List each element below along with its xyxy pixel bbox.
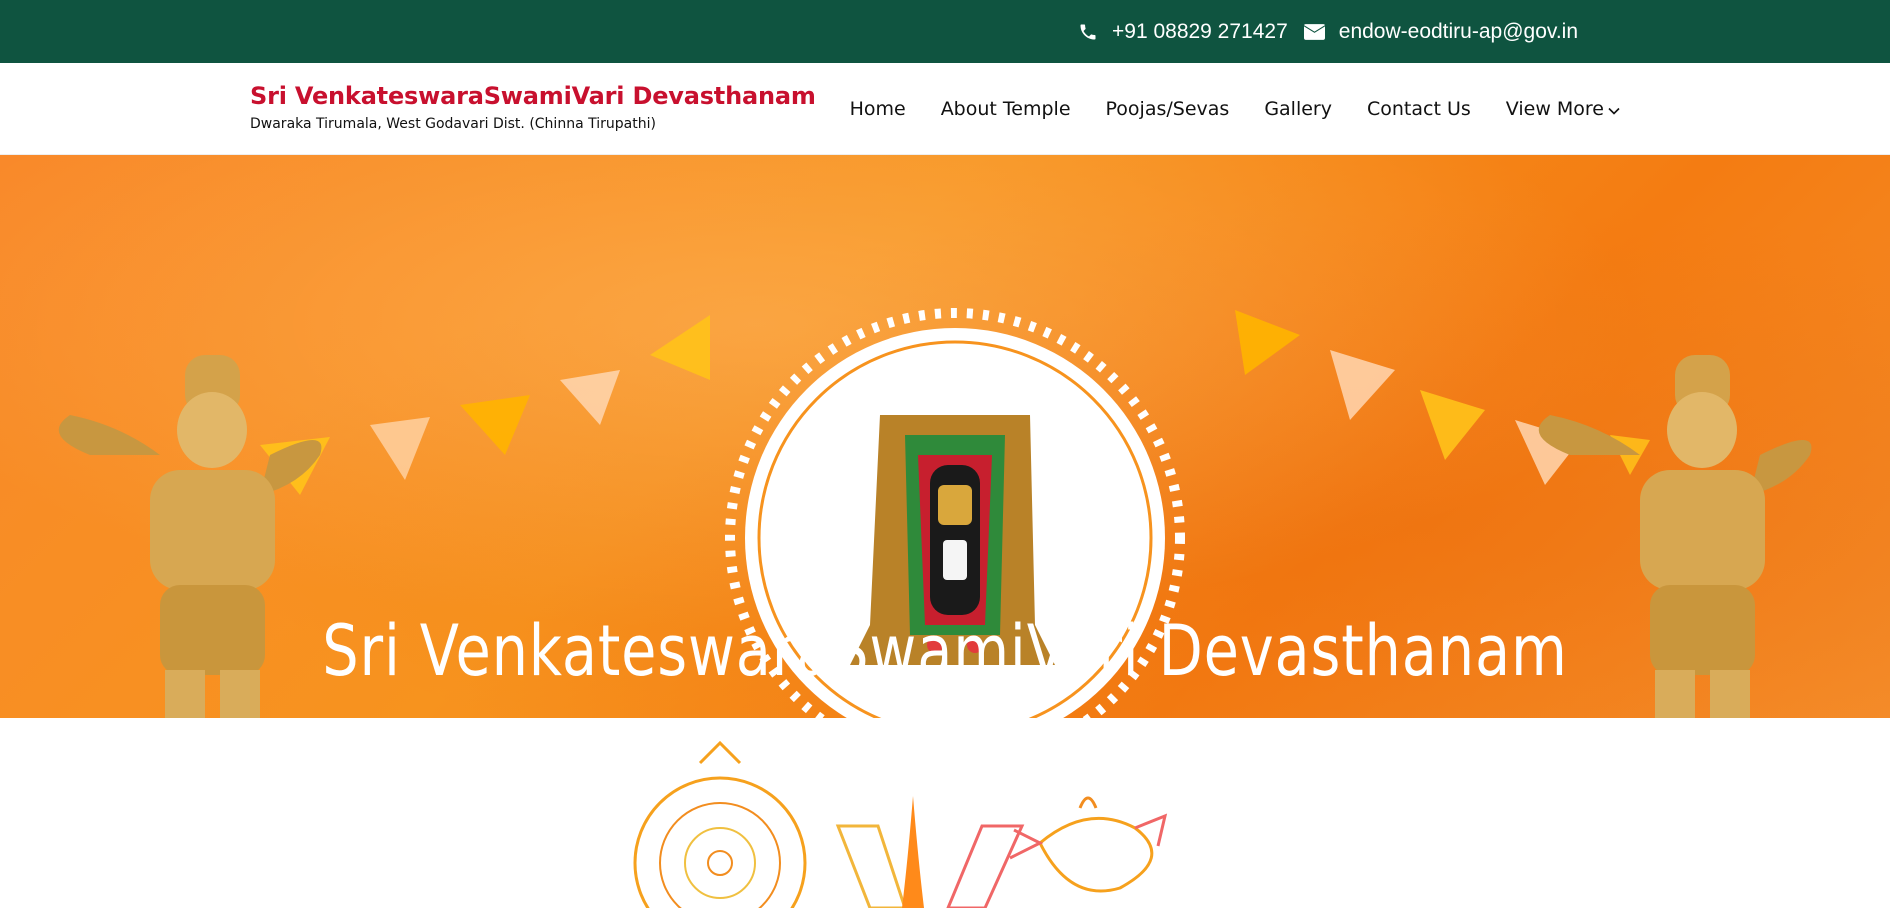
bunting-left — [260, 315, 710, 495]
namam-icon — [835, 796, 1025, 910]
chevron-down-icon — [1608, 98, 1620, 120]
phone-contact[interactable]: +91 08829 271427 — [1078, 20, 1288, 44]
email-contact[interactable]: endow-eodtiru-ap@gov.in — [1303, 20, 1578, 44]
hero-banner: Sri VenkateswaraSwamiVari Devasthanam — [0, 155, 1890, 718]
bunting-right — [1235, 310, 1650, 485]
envelope-icon — [1303, 23, 1325, 40]
main-nav: Home About Temple Poojas/Sevas Gallery C… — [850, 63, 1620, 154]
chakra-icon — [633, 740, 807, 913]
nav-about-label: About Temple — [940, 97, 1071, 120]
nav-home[interactable]: Home — [850, 98, 906, 120]
top-contact-bar: +91 08829 271427 endow-eodtiru-ap@gov.in — [0, 0, 1890, 63]
email-address[interactable]: endow-eodtiru-ap@gov.in — [1339, 20, 1578, 44]
nav-poojas-label: Poojas/Sevas — [1105, 97, 1230, 120]
conch-icon — [1009, 796, 1168, 893]
symbols-section — [0, 718, 1890, 913]
nav-view-more-label: View More — [1505, 97, 1604, 120]
phone-icon — [1078, 22, 1098, 42]
nav-gallery[interactable]: Gallery — [1264, 98, 1332, 120]
nav-home-label: Home — [849, 97, 906, 120]
nav-contact-label: Contact Us — [1366, 97, 1471, 120]
nav-contact-us[interactable]: Contact Us — [1367, 98, 1471, 120]
contact-info: +91 08829 271427 endow-eodtiru-ap@gov.in — [1078, 0, 1578, 63]
brand-subtitle: Dwaraka Tirumala, West Godavari Dist. (C… — [250, 116, 656, 132]
phone-number[interactable]: +91 08829 271427 — [1112, 20, 1288, 44]
nav-about-temple[interactable]: About Temple — [941, 98, 1071, 120]
site-header: Sri VenkateswaraSwamiVari Devasthanam Dw… — [0, 63, 1890, 155]
nav-gallery-label: Gallery — [1264, 97, 1332, 120]
hero-title: Sri VenkateswaraSwamiVari Devasthanam — [322, 610, 1568, 692]
brand-title[interactable]: Sri VenkateswaraSwamiVari Devasthanam — [250, 82, 816, 110]
brand[interactable]: Sri VenkateswaraSwamiVari Devasthanam Dw… — [250, 82, 816, 132]
nav-poojas-sevas[interactable]: Poojas/Sevas — [1106, 98, 1230, 120]
symbols-graphic — [633, 740, 1168, 913]
nav-view-more[interactable]: View More — [1506, 98, 1620, 120]
